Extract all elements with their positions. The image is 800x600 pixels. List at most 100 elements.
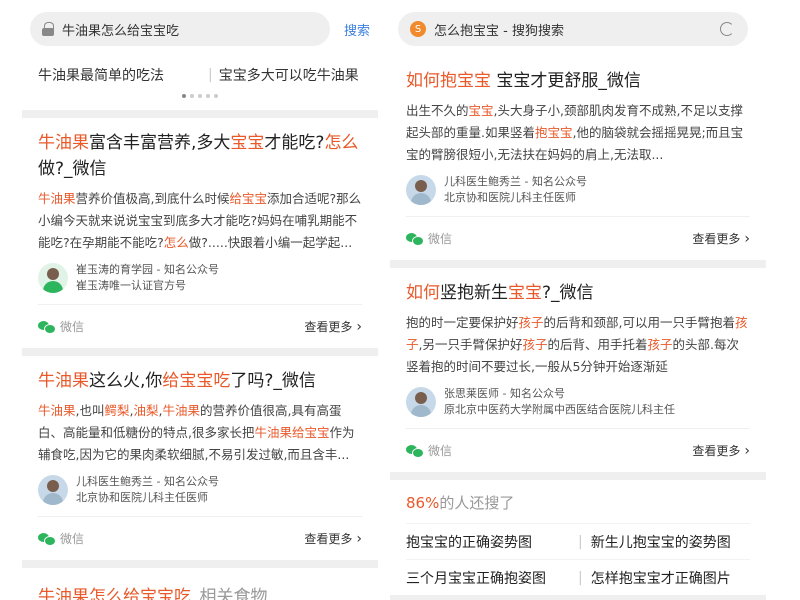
highlight-text: 怎么: [163, 235, 189, 250]
related-searches-card: 牛油果最简单的吃法 | 宝宝多大可以吃牛油果: [22, 56, 378, 110]
result-card: 牛油果富含丰富营养,多大宝宝才能吃?怎么做?_微信 牛油果营养价值极高,到底什么…: [22, 118, 378, 348]
avatar: [406, 387, 436, 417]
view-more-link[interactable]: 查看更多 ›: [692, 442, 750, 459]
highlight-text: 宝宝: [468, 103, 494, 118]
result-title[interactable]: 牛油果富含丰富营养,多大宝宝才能吃?怎么做?_微信: [38, 118, 362, 182]
highlight-text: 牛油果: [38, 133, 89, 153]
text-segment: 出生不久的: [406, 103, 469, 118]
related-food-card[interactable]: 牛油果怎么给宝宝吃_相关食物: [22, 568, 378, 600]
highlight-text: 油梨: [133, 403, 159, 418]
author-description: 北京协和医院儿科主任医师: [444, 191, 576, 204]
divider: |: [578, 569, 583, 586]
result-footer: 微信 查看更多 ›: [406, 428, 750, 472]
chevron-right-icon: ›: [356, 530, 362, 547]
highlight-text: 孩子: [522, 337, 548, 352]
result-title[interactable]: 如何抱宝宝 宝宝才更舒服_微信: [406, 56, 750, 94]
source-label: 微信: [428, 444, 453, 458]
view-more-link[interactable]: 查看更多 ›: [692, 230, 750, 247]
text-segment: 抱的时一定要保护好: [406, 315, 519, 330]
highlight-text: 如何: [406, 283, 440, 303]
also-searched-link[interactable]: 三个月宝宝正确抱姿图: [406, 568, 578, 588]
highlight-text: 如何: [406, 71, 440, 91]
text-segment: ,也叫: [75, 403, 105, 418]
result-author[interactable]: 崔玉涛的育学园 - 知名公众号 崔玉涛唯一认证官方号: [38, 262, 362, 294]
text-segment: 营养价值极高,到底什么时候: [75, 191, 230, 206]
avatar: [406, 175, 436, 205]
left-results-pane: 牛油果怎么给宝宝吃 搜索 牛油果最简单的吃法 | 宝宝多大可以吃牛油果 牛油果富…: [22, 0, 378, 600]
text-segment: 做?.....快跟着小编一起学起...: [188, 235, 353, 250]
related-food-title[interactable]: 牛油果怎么给宝宝吃_相关食物: [38, 568, 362, 600]
search-button[interactable]: 搜索: [344, 20, 370, 39]
view-more-label: 查看更多: [692, 444, 741, 458]
divider: |: [208, 67, 213, 83]
highlight-text: 给宝宝吃: [162, 371, 231, 391]
result-author[interactable]: 张思莱医师 - 知名公众号 原北京中医药大学附属中西医结合医院儿科主任: [406, 386, 750, 418]
highlight-text: 牛油果: [38, 191, 76, 206]
also-searched-link[interactable]: 怎样抱宝宝才正确图片: [591, 568, 731, 588]
carousel-dot: [206, 94, 210, 98]
author-description: 原北京中医药大学附属中西医结合医院儿科主任: [444, 403, 675, 416]
chevron-right-icon: ›: [744, 230, 750, 247]
wechat-icon: [406, 444, 424, 458]
avatar: [38, 475, 68, 505]
refresh-icon[interactable]: [720, 22, 734, 36]
highlight-text: 孩子: [647, 337, 673, 352]
result-title[interactable]: 如何竖抱新生宝宝?_微信: [406, 268, 750, 306]
highlight-text: 牛油果: [162, 403, 201, 418]
left-search-header: 牛油果怎么给宝宝吃 搜索: [22, 0, 378, 56]
related-search-link-1[interactable]: 牛油果最简单的吃法: [38, 65, 208, 85]
avatar: [38, 263, 68, 293]
carousel-dot: [190, 94, 194, 98]
result-title[interactable]: 牛油果这么火,你给宝宝吃了吗?_微信: [38, 356, 362, 394]
text-segment: 宝宝才更舒服_微信: [491, 71, 641, 91]
carousel-dot: [198, 94, 202, 98]
related-search-link-2[interactable]: 宝宝多大可以吃牛油果: [219, 65, 359, 85]
right-results-pane: S 怎么抱宝宝 - 搜狗搜索 如何抱宝宝 宝宝才更舒服_微信 出生不久的宝宝,头…: [390, 0, 766, 600]
result-author[interactable]: 儿科医生鲍秀兰 - 知名公众号 北京协和医院儿科主任医师: [38, 474, 362, 506]
result-card: 如何竖抱新生宝宝?_微信 抱的时一定要保护好孩子的后背和颈部,可以用一只手臂抱着…: [390, 268, 766, 472]
result-author[interactable]: 儿科医生鲍秀兰 - 知名公众号 北京协和医院儿科主任医师: [406, 174, 750, 206]
result-snippet: 抱的时一定要保护好孩子的后背和颈部,可以用一只手臂抱着孩子,另一只手臂保护好孩子…: [406, 312, 750, 378]
view-more-link[interactable]: 查看更多 ›: [304, 530, 362, 547]
source-label: 微信: [428, 232, 453, 246]
result-source: 微信: [406, 230, 452, 247]
divider: |: [578, 533, 583, 550]
author-name: 张思莱医师 - 知名公众号: [444, 387, 565, 400]
related-food-title-highlight: 牛油果怎么给宝宝吃: [38, 587, 191, 600]
also-searched-row: 抱宝宝的正确姿势图 | 新生儿抱宝宝的姿势图: [406, 523, 750, 559]
highlight-text: 孩子: [518, 315, 544, 330]
result-footer: 微信 查看更多 ›: [406, 216, 750, 260]
result-footer: 微信 查看更多 ›: [38, 304, 362, 348]
related-searches-row: 牛油果最简单的吃法 | 宝宝多大可以吃牛油果: [38, 60, 362, 90]
highlight-text: 牛油果: [38, 371, 89, 391]
result-source: 微信: [38, 318, 84, 335]
wechat-icon: [38, 320, 56, 334]
left-search-bar[interactable]: 牛油果怎么给宝宝吃: [30, 12, 330, 46]
text-segment: 竖抱新生: [440, 283, 508, 303]
highlight-text: 抱宝宝: [440, 71, 491, 91]
also-searched-label: 的人还搜了: [439, 494, 515, 512]
text-segment: 做?_微信: [38, 159, 107, 179]
wechat-icon: [406, 232, 424, 246]
address-bar[interactable]: S 怎么抱宝宝 - 搜狗搜索: [398, 12, 748, 46]
highlight-text: 怎么: [324, 133, 359, 153]
view-more-label: 查看更多: [304, 320, 353, 334]
view-more-label: 查看更多: [304, 532, 353, 546]
result-source: 微信: [38, 530, 84, 547]
result-card: 如何抱宝宝 宝宝才更舒服_微信 出生不久的宝宝,头大身子小,颈部肌肉发育不成熟,…: [390, 56, 766, 260]
left-search-query[interactable]: 牛油果怎么给宝宝吃: [62, 20, 179, 39]
result-snippet: 牛油果,也叫鳄梨,油梨,牛油果的营养价值很高,具有高蛋白、高能量和低糖份的特点,…: [38, 400, 362, 466]
source-label: 微信: [60, 320, 85, 334]
view-more-link[interactable]: 查看更多 ›: [304, 318, 362, 335]
result-footer: 微信 查看更多 ›: [38, 516, 362, 560]
also-searched-link[interactable]: 新生儿抱宝宝的姿势图: [591, 532, 731, 552]
also-searched-percent: 86%: [406, 494, 440, 512]
carousel-dot: [214, 94, 218, 98]
carousel-dots: [38, 90, 362, 110]
also-searched-link[interactable]: 抱宝宝的正确姿势图: [406, 532, 578, 552]
source-label: 微信: [60, 532, 85, 546]
lock-icon: [42, 22, 54, 36]
also-searched-heading: 86%的人还搜了: [406, 492, 750, 513]
sogou-logo-icon: S: [410, 21, 426, 37]
text-segment: 才能吃?: [264, 133, 325, 153]
